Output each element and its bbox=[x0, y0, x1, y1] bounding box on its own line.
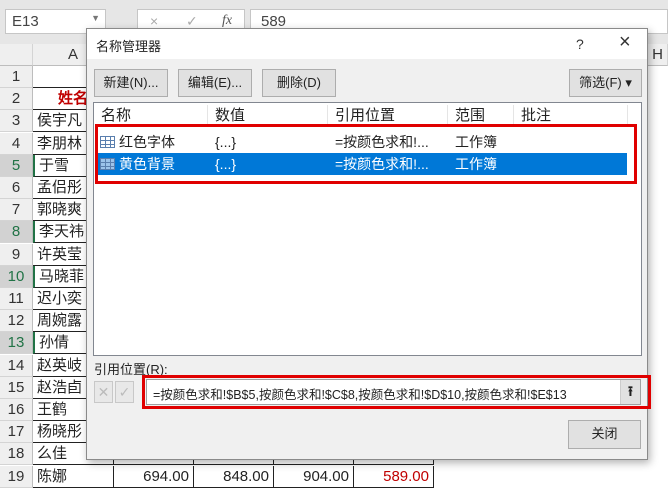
close-button[interactable]: 关闭 bbox=[568, 420, 641, 449]
name-cell[interactable]: 陈娜 bbox=[33, 465, 114, 488]
row-header[interactable]: 19 bbox=[0, 465, 33, 488]
delete-button[interactable]: 删除(D) bbox=[262, 69, 336, 97]
highlight-box bbox=[142, 375, 651, 409]
row-header[interactable]: 10 bbox=[0, 265, 33, 288]
new-button[interactable]: 新建(N)... bbox=[94, 69, 168, 97]
fx-icon[interactable]: fx bbox=[222, 13, 232, 29]
row-header[interactable]: 8 bbox=[0, 221, 33, 244]
row-header[interactable]: 18 bbox=[0, 443, 33, 466]
dialog-titlebar: 名称管理器 ? × bbox=[87, 29, 647, 59]
row-header[interactable]: 9 bbox=[0, 243, 33, 266]
row-header[interactable]: 1 bbox=[0, 66, 33, 88]
filter-button[interactable]: 筛选(F) ▾ bbox=[569, 69, 642, 97]
row-header[interactable]: 16 bbox=[0, 399, 33, 421]
row-header[interactable]: 7 bbox=[0, 199, 33, 222]
cancel-icon[interactable]: × bbox=[150, 13, 158, 29]
row-header[interactable]: 11 bbox=[0, 288, 33, 310]
row-header[interactable]: 14 bbox=[0, 354, 33, 377]
select-all[interactable] bbox=[0, 44, 33, 66]
dialog-title: 名称管理器 bbox=[96, 39, 162, 54]
cancel-edit-icon[interactable]: ✕ bbox=[94, 381, 113, 403]
row-header[interactable]: 2 bbox=[0, 88, 33, 111]
edit-button[interactable]: 编辑(E)... bbox=[178, 69, 252, 97]
row-header[interactable]: 15 bbox=[0, 376, 33, 399]
name-manager-dialog: 名称管理器 ? × 新建(N)... 编辑(E)... 删除(D) 筛选(F) … bbox=[86, 28, 651, 460]
close-icon[interactable]: × bbox=[619, 31, 631, 54]
chevron-down-icon[interactable]: ▼ bbox=[91, 13, 100, 23]
help-button[interactable]: ? bbox=[576, 36, 584, 52]
value-cell[interactable]: 589.00 bbox=[354, 465, 434, 488]
confirm-edit-icon[interactable]: ✓ bbox=[115, 381, 134, 403]
row-header[interactable]: 13 bbox=[0, 332, 33, 355]
value-cell[interactable]: 694.00 bbox=[114, 465, 194, 488]
row-header[interactable]: 4 bbox=[0, 132, 33, 155]
value-cell[interactable]: 848.00 bbox=[194, 465, 274, 488]
row-header[interactable]: 17 bbox=[0, 421, 33, 444]
highlight-box bbox=[95, 124, 637, 184]
value-cell[interactable]: 904.00 bbox=[274, 465, 354, 488]
row-header[interactable]: 6 bbox=[0, 177, 33, 199]
column-header-h[interactable]: H bbox=[648, 44, 668, 66]
name-box-value: E13 bbox=[12, 13, 39, 30]
row-header[interactable]: 5 bbox=[0, 154, 33, 177]
row-header[interactable]: 12 bbox=[0, 310, 33, 333]
row-header[interactable]: 3 bbox=[0, 110, 33, 133]
